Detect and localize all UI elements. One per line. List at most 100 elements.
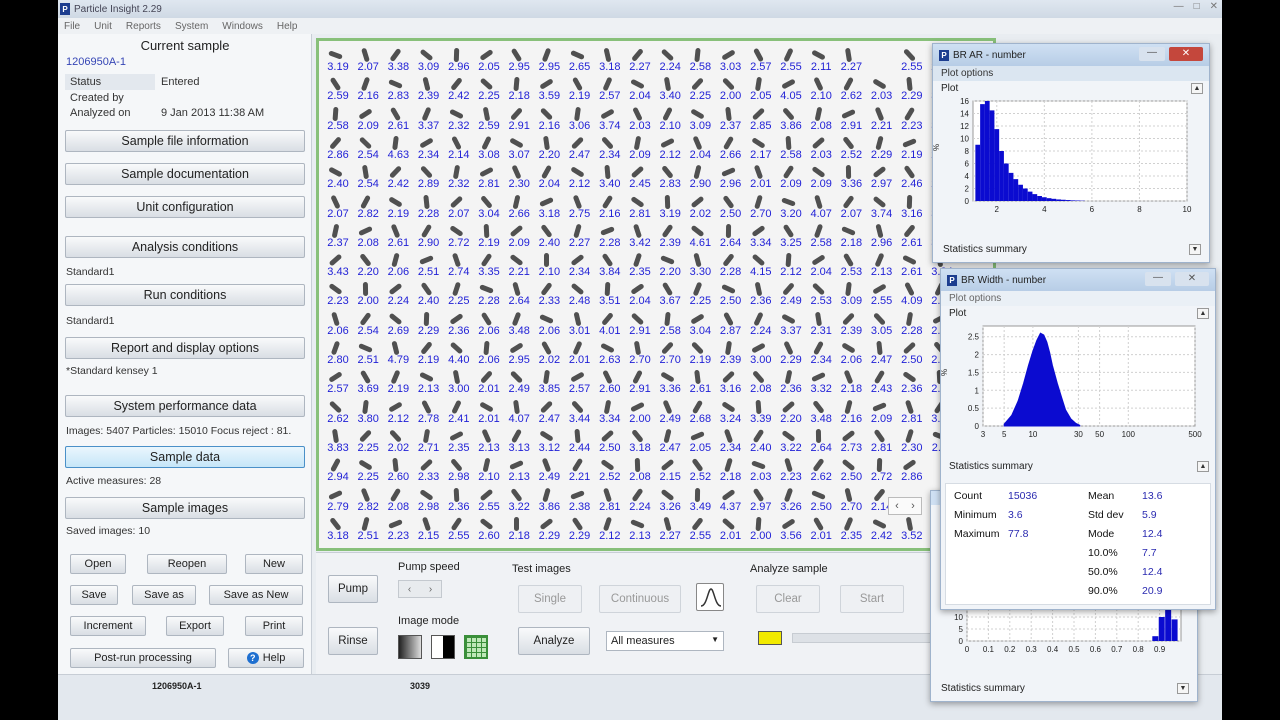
particle-cell[interactable]: 2.37 — [323, 221, 349, 250]
particle-cell[interactable]: 2.20 — [776, 397, 802, 426]
particle-cell[interactable]: 2.08 — [806, 104, 832, 133]
particle-cell[interactable]: 2.16 — [353, 74, 379, 103]
sample-file-info-button[interactable]: Sample file information — [65, 130, 305, 152]
particle-cell[interactable]: 4.09 — [897, 279, 923, 308]
particle-cell[interactable]: 2.02 — [383, 426, 409, 455]
particle-cell[interactable]: 2.01 — [474, 397, 500, 426]
particle-cell[interactable]: 2.58 — [655, 309, 681, 338]
particle-cell[interactable]: 2.66 — [716, 133, 742, 162]
particle-cell[interactable]: 2.50 — [836, 455, 862, 484]
br-ar-plot-options[interactable]: Plot options — [933, 66, 1209, 81]
particle-cell[interactable]: 2.70 — [655, 338, 681, 367]
particle-cell[interactable]: 2.06 — [474, 338, 500, 367]
particle-cell[interactable]: 2.13 — [474, 426, 500, 455]
menu-windows[interactable]: Windows — [222, 21, 263, 32]
particle-cell[interactable]: 2.36 — [897, 367, 923, 396]
particle-cell[interactable]: 3.24 — [716, 397, 742, 426]
particle-cell[interactable]: 2.04 — [685, 133, 711, 162]
particle-cell[interactable]: 2.65 — [565, 45, 591, 74]
particle-cell[interactable]: 3.12 — [534, 426, 560, 455]
particle-cell[interactable]: 2.32 — [444, 104, 470, 133]
particle-cell[interactable]: 2.51 — [353, 338, 379, 367]
particle-cell[interactable]: 2.81 — [595, 485, 621, 514]
particle-cell[interactable]: 2.09 — [776, 162, 802, 191]
image-mode-binary-icon[interactable] — [431, 635, 455, 659]
particle-cell[interactable]: 2.39 — [716, 338, 742, 367]
particle-cell[interactable]: 2.42 — [444, 74, 470, 103]
br-ar-titlebar[interactable]: P BR AR - number — ✕ — [933, 44, 1209, 66]
particle-cell[interactable]: 2.89 — [414, 162, 440, 191]
particle-cell[interactable]: 2.50 — [716, 279, 742, 308]
particle-cell[interactable]: 3.18 — [625, 426, 651, 455]
br-ar-stats-collapse-icon[interactable]: ▼ — [1189, 244, 1201, 255]
particle-cell[interactable]: 3.36 — [836, 162, 862, 191]
particle-cell[interactable]: 2.08 — [383, 485, 409, 514]
particle-cell[interactable]: 2.29 — [565, 514, 591, 543]
particle-cell[interactable]: 2.39 — [414, 74, 440, 103]
particle-cell[interactable]: 2.61 — [897, 250, 923, 279]
particle-cell[interactable]: 2.28 — [414, 192, 440, 221]
particle-cell[interactable]: 2.01 — [565, 338, 591, 367]
particle-cell[interactable]: 2.03 — [625, 104, 651, 133]
particle-cell[interactable]: 2.53 — [836, 250, 862, 279]
particle-cell[interactable]: 2.03 — [867, 74, 893, 103]
particle-cell[interactable]: 3.36 — [655, 367, 681, 396]
particle-cell[interactable]: 2.52 — [836, 133, 862, 162]
particle-cell[interactable]: 2.12 — [595, 514, 621, 543]
br-ar-stats-summary-bar[interactable]: Statistics summary ▼ — [935, 242, 1207, 258]
particle-cell[interactable]: 2.00 — [746, 514, 772, 543]
report-options-button[interactable]: Report and display options — [65, 337, 305, 359]
bg-stats-summary-bar[interactable]: Statistics summary ▼ — [933, 681, 1195, 697]
particle-cell[interactable]: 2.23 — [383, 514, 409, 543]
particle-cell[interactable]: 2.52 — [685, 455, 711, 484]
particle-cell[interactable]: 2.70 — [625, 338, 651, 367]
increment-button[interactable]: Increment — [70, 616, 146, 636]
particle-cell[interactable]: 2.40 — [746, 426, 772, 455]
particle-cell[interactable]: 2.33 — [534, 279, 560, 308]
particle-cell[interactable]: 2.61 — [383, 221, 409, 250]
particle-cell[interactable]: 2.43 — [867, 367, 893, 396]
particle-cell[interactable]: 2.12 — [565, 162, 591, 191]
br-width-minimize-button[interactable]: — — [1145, 272, 1171, 286]
particle-cell[interactable]: 2.10 — [806, 74, 832, 103]
particle-cell[interactable]: 2.86 — [897, 455, 923, 484]
particle-cell[interactable]: 2.97 — [746, 485, 772, 514]
particle-cell[interactable]: 2.07 — [444, 192, 470, 221]
particle-cell[interactable]: 2.21 — [565, 455, 591, 484]
particle-cell[interactable]: 4.37 — [716, 485, 742, 514]
particle-cell[interactable]: 2.81 — [474, 162, 500, 191]
particle-cell[interactable]: 2.49 — [776, 279, 802, 308]
particle-cell[interactable]: 3.04 — [474, 192, 500, 221]
particle-cell[interactable]: 2.72 — [867, 455, 893, 484]
particle-cell[interactable]: 2.61 — [685, 367, 711, 396]
particle-cell[interactable]: 2.30 — [897, 426, 923, 455]
particle-cell[interactable]: 2.54 — [353, 309, 379, 338]
br-ar-minimize-button[interactable]: — — [1139, 47, 1165, 61]
particle-cell[interactable]: 2.59 — [323, 74, 349, 103]
unit-configuration-button[interactable]: Unit configuration — [65, 196, 305, 218]
particle-image-grid[interactable]: 3.19 2.07 3.38 3.09 2.96 2.05 2.95 2.95 2.65 3.18… — [316, 38, 996, 551]
menu-help[interactable]: Help — [277, 21, 298, 32]
particle-cell[interactable]: 2.16 — [836, 397, 862, 426]
particle-cell[interactable]: 2.70 — [746, 192, 772, 221]
particle-cell[interactable]: 2.59 — [474, 104, 500, 133]
particle-cell[interactable]: 2.16 — [595, 192, 621, 221]
particle-cell[interactable]: 3.37 — [776, 309, 802, 338]
particle-cell[interactable]: 2.25 — [685, 279, 711, 308]
rinse-button[interactable]: Rinse — [328, 627, 378, 655]
particle-cell[interactable]: 2.41 — [444, 397, 470, 426]
particle-cell[interactable]: 3.69 — [353, 367, 379, 396]
particle-cell[interactable]: 2.62 — [836, 74, 862, 103]
particle-cell[interactable]: 2.34 — [414, 133, 440, 162]
particle-cell[interactable]: 3.09 — [414, 45, 440, 74]
menu-system[interactable]: System — [175, 21, 208, 32]
particle-cell[interactable]: 2.30 — [504, 162, 530, 191]
particle-cell[interactable]: 3.19 — [323, 45, 349, 74]
particle-cell[interactable]: 2.19 — [414, 338, 440, 367]
particle-cell[interactable]: 2.00 — [353, 279, 379, 308]
particle-cell[interactable]: 2.44 — [565, 426, 591, 455]
particle-cell[interactable]: 2.47 — [565, 133, 591, 162]
particle-cell[interactable]: 2.95 — [504, 45, 530, 74]
particle-cell[interactable]: 2.40 — [414, 279, 440, 308]
particle-cell[interactable]: 2.24 — [625, 485, 651, 514]
